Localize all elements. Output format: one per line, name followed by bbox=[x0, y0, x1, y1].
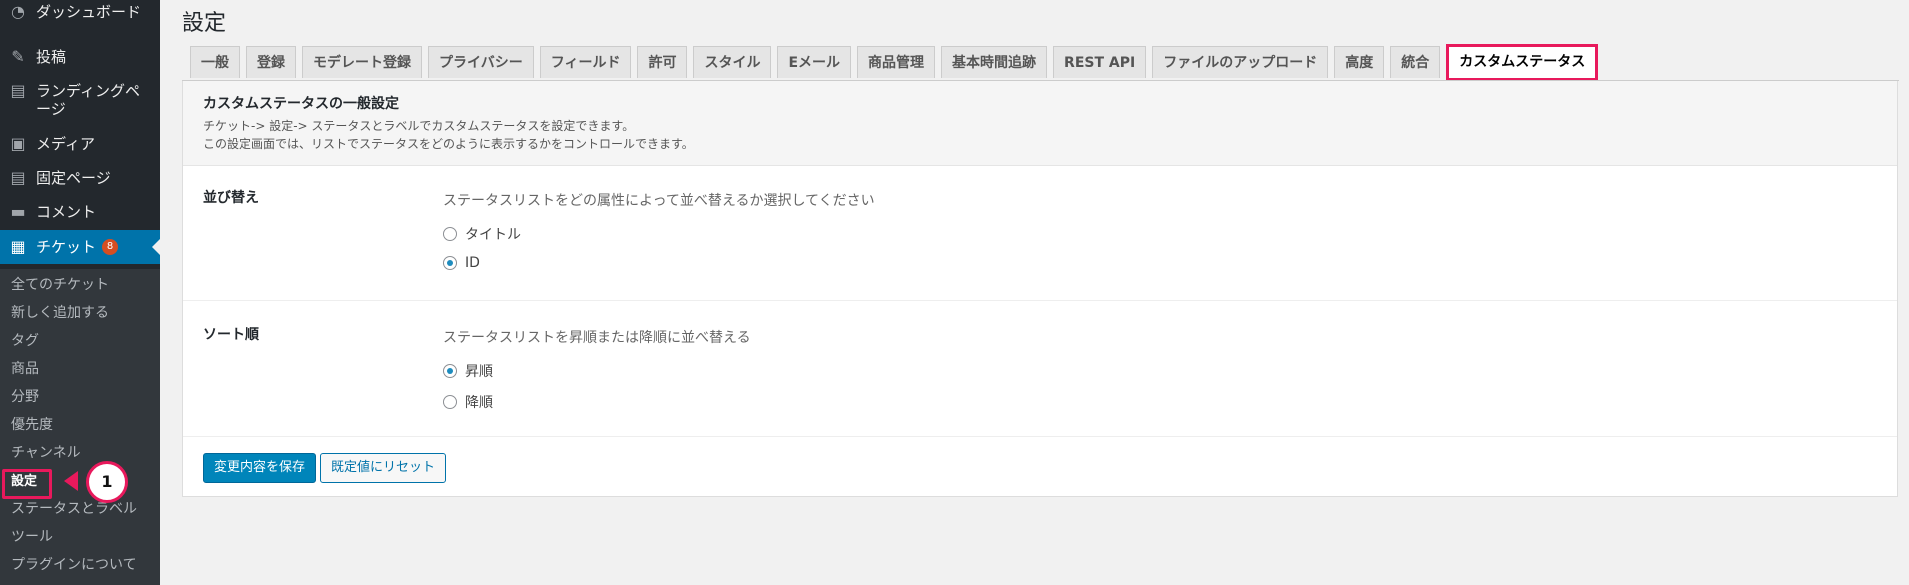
media-icon: ▣ bbox=[10, 134, 26, 153]
page-icon: ▤ bbox=[10, 168, 26, 187]
menu-item-tickets[interactable]: ▦ チケット 8 bbox=[0, 230, 160, 264]
sort-order-description: ステータスリストを昇順または降順に並べ替える bbox=[443, 330, 751, 346]
tab-integration[interactable]: 統合 bbox=[1390, 46, 1441, 78]
radio-sort-title[interactable]: タイトル bbox=[443, 224, 521, 244]
tab-email[interactable]: Eメール bbox=[777, 46, 852, 78]
menu-item-comments[interactable]: ▬ コメント bbox=[0, 202, 160, 222]
page-icon: ▤ bbox=[10, 81, 26, 100]
tab-permissions[interactable]: 許可 bbox=[637, 46, 688, 78]
menu-item-dashboard[interactable]: ◔ ダッシュボード bbox=[0, 2, 160, 22]
page-title: 設定 bbox=[182, 11, 227, 36]
menu-item-media[interactable]: ▣ メディア bbox=[0, 134, 160, 154]
settings-panel: カスタムステータスの一般設定 チケット-> 設定-> ステータスとラベルでカスタ… bbox=[182, 81, 1898, 497]
row-divider bbox=[183, 300, 1897, 301]
tab-advanced[interactable]: 高度 bbox=[1334, 46, 1385, 78]
ticket-count-badge: 8 bbox=[102, 239, 119, 255]
reset-defaults-button[interactable]: 既定値にリセット bbox=[320, 453, 447, 483]
radio-circle-checked[interactable] bbox=[443, 256, 457, 270]
panel-desc-line-1: チケット-> 設定-> ステータスとラベルでカスタムステータスを設定できます。 bbox=[203, 119, 635, 133]
sort-field-description: ステータスリストをどの属性によって並べ替えるか選択してください bbox=[443, 193, 875, 209]
menu-item-landing-pages[interactable]: ▤ ランディングページ bbox=[0, 81, 160, 119]
submenu-priority[interactable]: 優先度 bbox=[11, 416, 53, 434]
grid-icon: ▦ bbox=[10, 237, 26, 256]
tab-time-tracking[interactable]: 基本時間追跡 bbox=[941, 46, 1048, 78]
submenu-tags[interactable]: タグ bbox=[11, 332, 39, 350]
tab-product-management[interactable]: 商品管理 bbox=[857, 46, 936, 78]
submenu-products[interactable]: 商品 bbox=[11, 360, 39, 378]
annotation-marker-1: 1 bbox=[86, 461, 128, 503]
active-menu-arrow bbox=[152, 239, 160, 255]
radio-circle[interactable] bbox=[443, 395, 457, 409]
tab-general[interactable]: 一般 bbox=[190, 46, 240, 78]
panel-description: チケット-> 設定-> ステータスとラベルでカスタムステータスを設定できます。 … bbox=[203, 117, 694, 153]
radio-order-asc[interactable]: 昇順 bbox=[443, 361, 493, 381]
tab-fields[interactable]: フィールド bbox=[539, 46, 632, 78]
tab-privacy[interactable]: プライバシー bbox=[428, 46, 534, 78]
panel-title: カスタムステータスの一般設定 bbox=[203, 96, 399, 112]
submenu-status-labels[interactable]: ステータスとラベル bbox=[11, 500, 137, 518]
comment-icon: ▬ bbox=[10, 202, 26, 221]
submenu-tools[interactable]: ツール bbox=[11, 528, 53, 546]
save-button[interactable]: 変更内容を保存 bbox=[203, 453, 317, 483]
tab-file-upload[interactable]: ファイルのアップロード bbox=[1152, 46, 1329, 78]
panel-desc-line-2: この設定画面では、リストでステータスをどのように表示するかをコントロールできます… bbox=[203, 137, 694, 151]
tab-registration[interactable]: 登録 bbox=[246, 46, 296, 78]
tab-moderated-registration[interactable]: モデレート登録 bbox=[302, 46, 422, 78]
submenu-about[interactable]: プラグインについて bbox=[11, 556, 137, 574]
tickets-submenu: 全てのチケット 新しく追加する タグ 商品 分野 優先度 チャンネル 設定 ステ… bbox=[0, 269, 160, 585]
row-divider bbox=[183, 436, 1897, 437]
tab-style[interactable]: スタイル bbox=[693, 46, 772, 78]
tab-custom-status[interactable]: カスタムステータス bbox=[1446, 44, 1599, 81]
radio-sort-id[interactable]: ID bbox=[443, 255, 480, 271]
radio-order-desc[interactable]: 降順 bbox=[443, 392, 493, 412]
sort-field-label: 並び替え bbox=[203, 190, 259, 206]
submenu-channels[interactable]: チャンネル bbox=[11, 444, 81, 462]
panel-header: カスタムステータスの一般設定 チケット-> 設定-> ステータスとラベルでカスタ… bbox=[183, 81, 1897, 166]
settings-tabs: 一般 登録 モデレート登録 プライバシー フィールド 許可 スタイル Eメール … bbox=[190, 44, 1604, 81]
tab-rest-api[interactable]: REST API bbox=[1053, 46, 1147, 78]
radio-circle[interactable] bbox=[443, 227, 457, 241]
pin-icon: ✎ bbox=[11, 47, 25, 66]
submenu-all-tickets[interactable]: 全てのチケット bbox=[11, 276, 109, 294]
menu-item-pages[interactable]: ▤ 固定ページ bbox=[0, 168, 160, 188]
sort-order-label: ソート順 bbox=[203, 327, 259, 343]
admin-sidebar: ◔ ダッシュボード ✎ 投稿 ▤ ランディングページ ▣ メディア ▤ 固定ペー… bbox=[0, 0, 160, 585]
submenu-add-new[interactable]: 新しく追加する bbox=[11, 304, 109, 322]
dashboard-icon: ◔ bbox=[11, 2, 25, 21]
radio-circle-checked[interactable] bbox=[443, 364, 457, 378]
settings-highlight-box bbox=[2, 469, 52, 499]
submenu-fields[interactable]: 分野 bbox=[11, 388, 39, 406]
menu-item-posts[interactable]: ✎ 投稿 bbox=[0, 47, 160, 67]
marker-1-pointer bbox=[64, 471, 78, 491]
